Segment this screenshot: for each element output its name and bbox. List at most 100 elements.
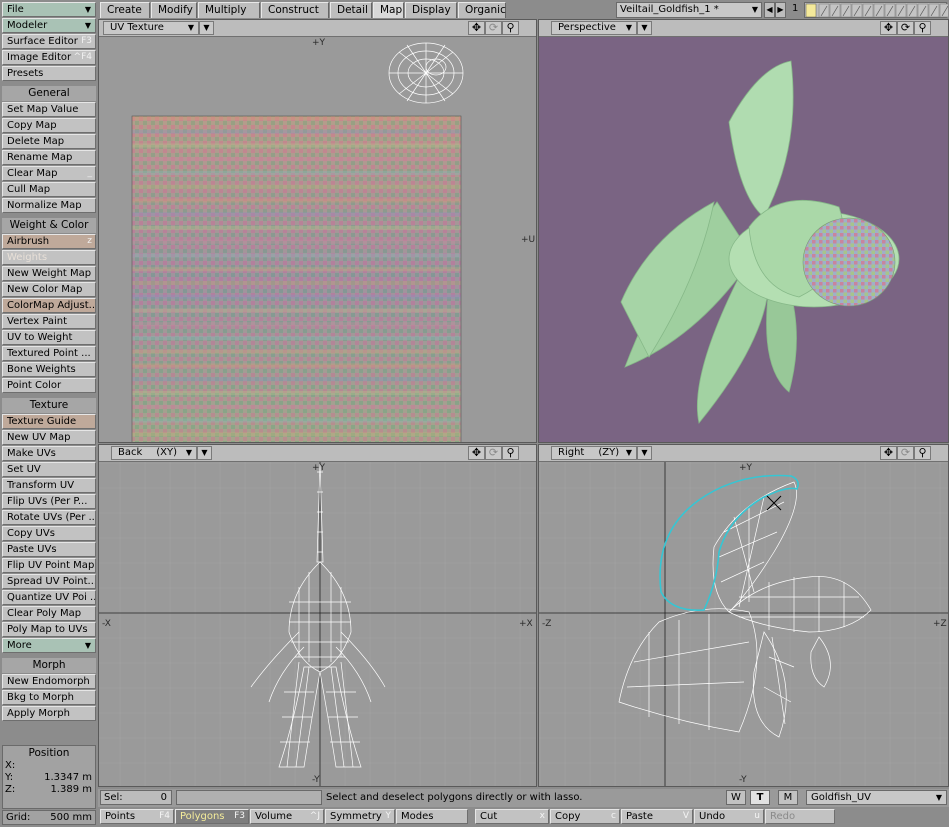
viewport-uv-texture[interactable]: UV Texture ▼ ▼ ✥ ⟳ ⚲ +Y +U xyxy=(98,19,537,443)
make-uvs-button[interactable]: Make UVs xyxy=(2,446,96,461)
view-mode-selector[interactable]: Perspective ▼ xyxy=(551,21,637,35)
presets-button[interactable]: Presets xyxy=(2,66,96,81)
point-color-button[interactable]: Point Color xyxy=(2,378,96,393)
zoom-view-icon[interactable]: ⚲ xyxy=(502,21,519,35)
viewport-back[interactable]: Back (XY) ▼ ▼ ✥ ⟳ ⚲ +Y -Y -X +X xyxy=(98,444,537,787)
vertex-paint-button[interactable]: Vertex Paint xyxy=(2,314,96,329)
file-menu[interactable]: File ▼ xyxy=(2,2,96,17)
new-color-map-button[interactable]: New Color Map xyxy=(2,282,96,297)
redo-button[interactable]: Redo xyxy=(765,809,835,824)
tab-create[interactable]: Create xyxy=(100,2,150,18)
flip-uv-point-map-button[interactable]: Flip UV Point Map xyxy=(2,558,96,573)
zoom-view-icon[interactable]: ⚲ xyxy=(502,446,519,460)
clear-map-button[interactable]: Clear Map _ xyxy=(2,166,96,181)
set-map-value-button[interactable]: Set Map Value xyxy=(2,102,96,117)
uv-to-weight-button[interactable]: UV to Weight xyxy=(2,330,96,345)
modeler-menu[interactable]: Modeler ▼ xyxy=(2,18,96,33)
flip-uvs-per-p-button[interactable]: Flip UVs (Per P... xyxy=(2,494,96,509)
chevron-down-icon: ▼ xyxy=(185,448,192,457)
copy-uvs-button[interactable]: Copy UVs xyxy=(2,526,96,541)
more-menu[interactable]: More ▼ xyxy=(2,638,96,653)
tab-construct[interactable]: Construct xyxy=(261,2,329,18)
paste-button[interactable]: Paste V xyxy=(621,809,693,824)
viewport-right[interactable]: Right (ZY) ▼ ▼ ✥ ⟳ ⚲ +Y -Y -Z +Z xyxy=(538,444,949,787)
morph-mode-button[interactable]: M xyxy=(778,790,798,805)
vmap-selector[interactable]: Goldfish_UV ▼ xyxy=(806,790,947,805)
normalize-map-button[interactable]: Normalize Map xyxy=(2,198,96,213)
zoom-view-icon[interactable]: ⚲ xyxy=(914,21,931,35)
new-endomorph-button[interactable]: New Endomorph xyxy=(2,674,96,689)
surface-editor-button[interactable]: Surface Editor F3 xyxy=(2,34,96,49)
quantize-uv-poi-button[interactable]: Quantize UV Poi ... xyxy=(2,590,96,605)
bone-weights-button[interactable]: Bone Weights xyxy=(2,362,96,377)
right-wireframe-mesh xyxy=(618,481,872,738)
rotate-uvs-per-button[interactable]: Rotate UVs (Per ... xyxy=(2,510,96,525)
delete-map-button[interactable]: Delete Map xyxy=(2,134,96,149)
weights-button[interactable]: Weights xyxy=(2,250,96,265)
undo-button[interactable]: Undo u xyxy=(694,809,764,824)
sel-value: 0 xyxy=(160,792,167,803)
colormap-adjust-button[interactable]: ColorMap Adjust... xyxy=(2,298,96,313)
y-value[interactable]: 1.3347 m xyxy=(44,772,92,783)
viewport-header: Back (XY) ▼ ▼ ✥ ⟳ ⚲ xyxy=(99,445,536,462)
move-view-icon[interactable]: ✥ xyxy=(468,21,485,35)
viewport-perspective[interactable]: Perspective ▼ ▼ ✥ ⟳ ⚲ xyxy=(538,19,949,443)
airbrush-button[interactable]: Airbrush z xyxy=(2,234,96,249)
tab-modify[interactable]: Modify xyxy=(151,2,197,18)
copy-button[interactable]: Copy c xyxy=(550,809,620,824)
tab-organic[interactable]: Organic xyxy=(458,2,506,18)
transform-uv-button[interactable]: Transform UV xyxy=(2,478,96,493)
weight-mode-button[interactable]: W xyxy=(726,790,746,805)
tab-multiply[interactable]: Multiply xyxy=(198,2,260,18)
rotate-view-icon[interactable]: ⟳ xyxy=(897,446,914,460)
polygons-button[interactable]: Polygons F3 xyxy=(175,809,249,824)
chevron-down-icon: ▼ xyxy=(751,5,758,14)
view-mode-selector[interactable]: UV Texture ▼ xyxy=(103,21,199,35)
morph-section-header: Morph xyxy=(2,658,96,673)
cull-map-button[interactable]: Cull Map xyxy=(2,182,96,197)
clear-poly-map-button[interactable]: Clear Poly Map xyxy=(2,606,96,621)
copy-map-button[interactable]: Copy Map xyxy=(2,118,96,133)
tab-display[interactable]: Display xyxy=(405,2,457,18)
poly-map-to-uvs-button[interactable]: Poly Map to UVs xyxy=(2,622,96,637)
rename-map-button[interactable]: Rename Map xyxy=(2,150,96,165)
view-mode-selector[interactable]: Right (ZY) ▼ xyxy=(551,446,637,460)
move-view-icon[interactable]: ✥ xyxy=(880,21,897,35)
texture-mode-button[interactable]: T xyxy=(750,790,770,805)
move-view-icon[interactable]: ✥ xyxy=(880,446,897,460)
move-view-icon[interactable]: ✥ xyxy=(468,446,485,460)
next-object-button[interactable]: ▶ xyxy=(775,2,786,18)
paste-uvs-button[interactable]: Paste UVs xyxy=(2,542,96,557)
layer-buttons[interactable] xyxy=(804,2,949,18)
tab-bar: Create Modify Multiply Construct Detail Map Di… xyxy=(98,0,949,19)
cut-button[interactable]: Cut x xyxy=(475,809,549,824)
viewport-options-dropdown[interactable]: ▼ xyxy=(637,446,652,460)
image-editor-button[interactable]: Image Editor ^F4 xyxy=(2,50,96,65)
tab-map[interactable]: Map xyxy=(373,2,404,18)
viewport-options-dropdown[interactable]: ▼ xyxy=(199,21,214,35)
spread-uv-point-button[interactable]: Spread UV Point... xyxy=(2,574,96,589)
view-mode-selector[interactable]: Back (XY) ▼ xyxy=(111,446,197,460)
modes-button[interactable]: Modes xyxy=(396,809,468,824)
prev-object-button[interactable]: ◀ xyxy=(764,2,775,18)
new-weight-map-button[interactable]: New Weight Map xyxy=(2,266,96,281)
symmetry-button[interactable]: Symmetry Y xyxy=(325,809,395,824)
new-uv-map-button[interactable]: New UV Map xyxy=(2,430,96,445)
zoom-view-icon[interactable]: ⚲ xyxy=(914,446,931,460)
textured-point-button[interactable]: Textured Point ... xyxy=(2,346,96,361)
bkg-to-morph-button[interactable]: Bkg to Morph xyxy=(2,690,96,705)
rotate-view-icon[interactable]: ⟳ xyxy=(897,21,914,35)
tab-detail[interactable]: Detail xyxy=(330,2,372,18)
chevron-down-icon: ▼ xyxy=(84,21,91,30)
apply-morph-button[interactable]: Apply Morph xyxy=(2,706,96,721)
rotate-view-icon[interactable]: ⟳ xyxy=(485,21,502,35)
set-uv-button[interactable]: Set UV xyxy=(2,462,96,477)
viewport-options-dropdown[interactable]: ▼ xyxy=(197,446,212,460)
viewport-options-dropdown[interactable]: ▼ xyxy=(637,21,652,35)
z-value[interactable]: 1.389 m xyxy=(50,784,92,795)
points-button[interactable]: Points F4 xyxy=(100,809,174,824)
texture-guide-button[interactable]: Texture Guide xyxy=(2,414,96,429)
volume-button[interactable]: Volume ^J xyxy=(250,809,324,824)
rotate-view-icon[interactable]: ⟳ xyxy=(485,446,502,460)
object-selector[interactable]: Veiltail_Goldfish_1 * ▼ xyxy=(616,2,762,18)
